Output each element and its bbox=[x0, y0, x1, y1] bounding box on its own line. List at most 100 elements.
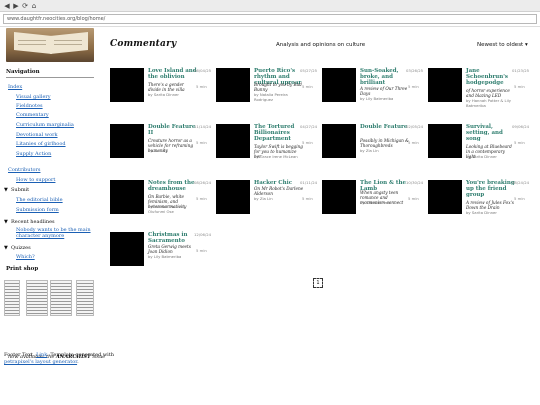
article-thumbnail[interactable] bbox=[322, 68, 356, 102]
quizzes-heading[interactable]: Quizzes bbox=[11, 245, 31, 251]
article-title[interactable]: Christmas in Sacramento bbox=[148, 232, 200, 244]
article-date: 12/06/24 bbox=[194, 232, 212, 237]
page-number[interactable]: 1 bbox=[313, 278, 323, 288]
article-thumbnail[interactable] bbox=[110, 68, 144, 102]
article-date: 04/27/24 bbox=[300, 124, 318, 129]
nav-devotional-work[interactable]: Devotional work bbox=[16, 132, 58, 138]
divider bbox=[6, 77, 94, 78]
article-thumbnail[interactable] bbox=[428, 68, 462, 102]
nav-commentary[interactable]: Commentary bbox=[16, 112, 49, 118]
article-date: 03/26/25 bbox=[406, 68, 424, 73]
recent-headline-link[interactable]: Nobody wants to be the main character an… bbox=[16, 227, 94, 239]
article-card[interactable]: Hacker Chic 01/11/24 5 min On Mr Robot's Da… bbox=[216, 180, 320, 232]
print-thumbnail[interactable] bbox=[26, 280, 48, 316]
article-title[interactable]: The Tortured Billionaires Department bbox=[254, 124, 306, 142]
layout-generator-link[interactable]: petrapixel's layout generator bbox=[4, 359, 77, 365]
triangle-down-icon[interactable]: ▼ bbox=[4, 245, 8, 251]
nav-visual-gallery[interactable]: Visual gallery bbox=[16, 94, 51, 100]
article-thumbnail[interactable] bbox=[216, 68, 250, 102]
article-title[interactable]: You're breaking up the friend group bbox=[466, 180, 518, 198]
article-card[interactable]: You're breaking up the friend group 08/24… bbox=[428, 180, 532, 232]
nav-index[interactable]: Index bbox=[8, 84, 22, 90]
submit-heading[interactable]: Submit bbox=[11, 187, 29, 193]
article-dek: On Mr Robot's Darlene Alderson bbox=[254, 186, 304, 196]
nav-supply-action[interactable]: Supply Action bbox=[16, 151, 51, 157]
article-card[interactable]: Double Feature 02/05/24 5 min Possibly in M… bbox=[322, 124, 426, 176]
article-card[interactable]: Survival, setting, and song 09/06/24 5 min… bbox=[428, 124, 532, 176]
article-date: 05/27/25 bbox=[300, 68, 318, 73]
article-thumbnail[interactable] bbox=[216, 124, 250, 158]
article-card[interactable]: Double Feature II 11/14/24 5 min Creature h… bbox=[110, 124, 214, 176]
article-thumbnail[interactable] bbox=[110, 180, 144, 214]
article-dek: A review of Our Three Days bbox=[360, 86, 408, 96]
print-shop-heading: Print shop bbox=[6, 266, 39, 272]
print-thumbnails[interactable] bbox=[4, 280, 96, 316]
editorial-bible-link[interactable]: The editorial bible bbox=[16, 197, 63, 203]
article-byline: by Lily Batmeriba bbox=[360, 96, 394, 101]
article-thumbnail[interactable] bbox=[216, 180, 250, 214]
quiz-which-link[interactable]: Which? bbox=[16, 254, 35, 260]
article-card[interactable]: The Tortured Billionaires Department 04/2… bbox=[216, 124, 320, 176]
browser-toolbar: ◀ ▶ ⟳ ⌂ bbox=[0, 0, 540, 12]
triangle-down-icon[interactable]: ▼ bbox=[4, 219, 8, 225]
recent-headlines-heading[interactable]: Recent headlines bbox=[11, 219, 55, 225]
footer-text: Footer Text. bbox=[4, 352, 37, 358]
article-title[interactable]: Double Feature bbox=[360, 124, 412, 130]
navigation-heading: Navigation bbox=[6, 69, 40, 75]
triangle-down-icon[interactable]: ▼ bbox=[4, 187, 8, 193]
article-byline: by Zia Lin bbox=[254, 196, 273, 201]
article-card[interactable]: Sun-Soaked, broke, and brilliant 03/26/25… bbox=[322, 68, 426, 120]
article-title[interactable]: Survival, setting, and song bbox=[466, 124, 518, 142]
article-date: 09/06/24 bbox=[512, 124, 530, 129]
article-dek: of horror experience and blazing LED bbox=[466, 88, 510, 98]
print-thumbnail[interactable] bbox=[50, 280, 72, 316]
article-dek: There's a gender divide in the villa bbox=[148, 82, 185, 92]
footer-text-end: . bbox=[77, 359, 79, 365]
nav-fieldnotes[interactable]: Fieldnotes bbox=[16, 103, 43, 109]
reload-icon[interactable]: ⟳ bbox=[21, 2, 29, 10]
article-card[interactable]: Notes from the dreamhouse 08/26/24 5 min On… bbox=[110, 180, 214, 232]
article-thumbnail[interactable] bbox=[322, 124, 356, 158]
article-byline: by Zia Lin bbox=[148, 148, 167, 153]
chrome-divider bbox=[0, 26, 540, 27]
article-thumbnail[interactable] bbox=[322, 180, 356, 214]
support-link[interactable]: How to support bbox=[16, 177, 55, 183]
article-byline: by Sarita Dinner bbox=[466, 154, 497, 159]
contributors-link[interactable]: Contributors bbox=[8, 167, 40, 173]
article-card[interactable]: Puerto Rico's rhythm and cultural uproar… bbox=[216, 68, 320, 120]
article-byline: by Lily Batmeriba bbox=[148, 254, 182, 259]
back-icon[interactable]: ◀ bbox=[3, 2, 11, 10]
article-thumbnail[interactable] bbox=[428, 180, 462, 214]
article-dek: A review of Jules Fox's Down the Drain bbox=[466, 200, 514, 210]
footer-link[interactable]: Link bbox=[36, 352, 47, 358]
print-thumbnail[interactable] bbox=[76, 280, 94, 316]
sort-label: Newest to oldest bbox=[477, 42, 524, 48]
article-dek: Brought to you by Bad Bunny bbox=[254, 82, 302, 92]
home-icon[interactable]: ⌂ bbox=[30, 2, 38, 10]
article-card[interactable]: Love Island and the oblivion 06/04/25 5 mi… bbox=[110, 68, 214, 120]
article-dek: Possibly in Michigan & Thoroughbreds bbox=[360, 138, 409, 148]
nav-litanies[interactable]: Litanies of girlhood bbox=[16, 141, 66, 147]
article-title[interactable]: Sun-Soaked, broke, and brilliant bbox=[360, 68, 412, 86]
sidebar: Navigation Index Visual gallery Fieldnot… bbox=[4, 28, 105, 398]
article-title[interactable]: Love Island and the oblivion bbox=[148, 68, 200, 80]
article-title[interactable]: Jane Schoenbrun's hodgepodge bbox=[466, 68, 518, 86]
article-date: 08/24/24 bbox=[512, 180, 530, 185]
forward-icon[interactable]: ▶ bbox=[12, 2, 20, 10]
article-date: 06/04/25 bbox=[194, 68, 212, 73]
article-date: 11/14/24 bbox=[194, 124, 212, 129]
article-card[interactable]: Christmas in Sacramento 12/06/24 5 min Gret… bbox=[110, 232, 214, 284]
article-thumbnail[interactable] bbox=[110, 232, 144, 266]
article-title[interactable]: Double Feature II bbox=[148, 124, 200, 136]
article-thumbnail[interactable] bbox=[428, 124, 462, 158]
article-card[interactable]: The Lion & the Lamb 10/30/24 5 min When ang… bbox=[322, 180, 426, 232]
article-card[interactable]: Jane Schoenbrun's hodgepodge 01/23/25 5 mi… bbox=[428, 68, 532, 120]
submission-form-link[interactable]: Submission form bbox=[16, 207, 59, 213]
print-thumbnail[interactable] bbox=[4, 280, 20, 316]
nav-curriculum-marginalia[interactable]: Curriculum marginalia bbox=[16, 122, 74, 128]
address-bar[interactable]: www.daughtfr.neocities.org/blog/home/ bbox=[3, 14, 537, 24]
sort-select[interactable]: Newest to oldest ▾ bbox=[477, 42, 528, 48]
article-thumbnail[interactable] bbox=[110, 124, 144, 158]
article-date: 08/26/24 bbox=[194, 180, 212, 185]
article-title[interactable]: Notes from the dreamhouse bbox=[148, 180, 200, 192]
